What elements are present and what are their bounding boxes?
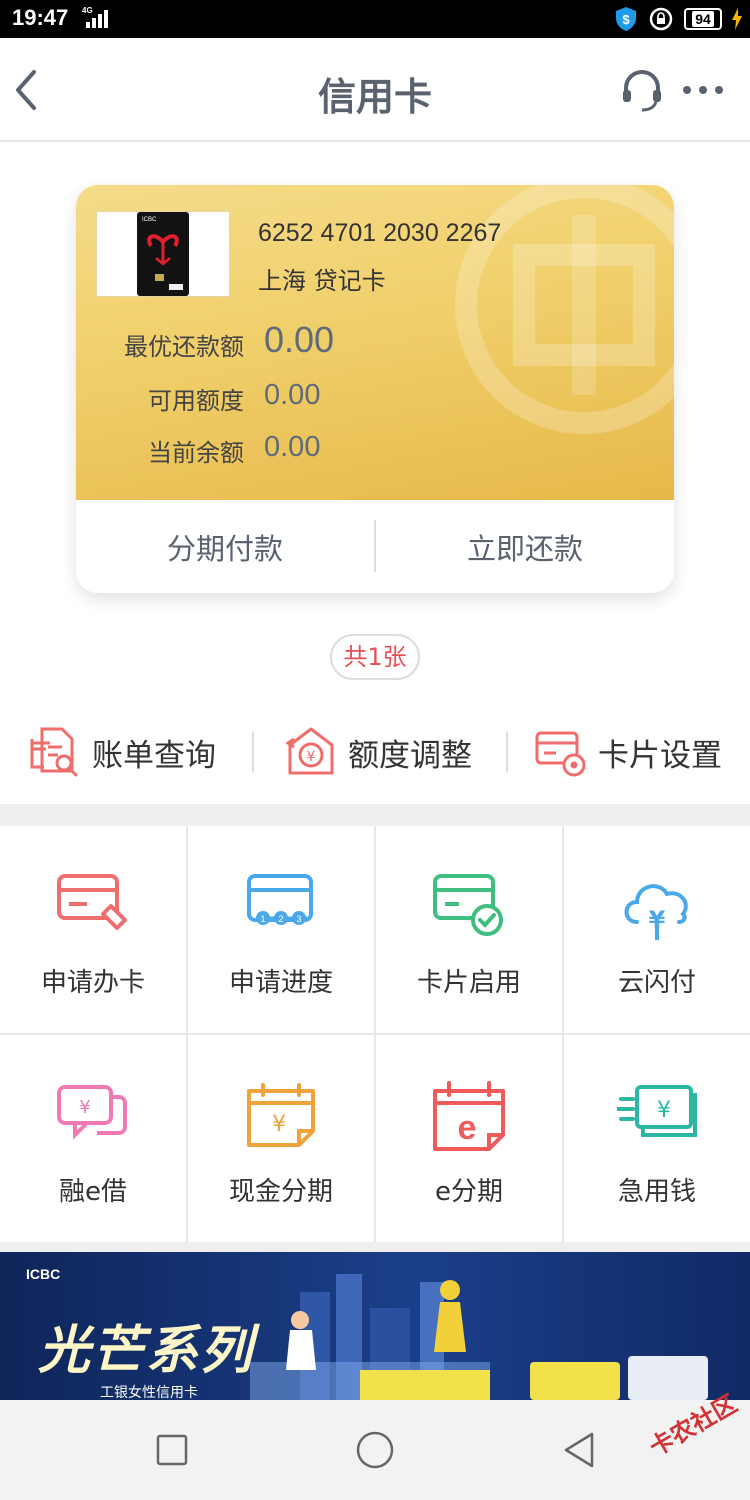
- min-repayment-row: 最优还款额 0.00: [76, 317, 674, 361]
- application-progress-button[interactable]: 1 2 3 申请进度: [188, 826, 374, 1033]
- divider: [252, 732, 254, 772]
- cash-installment-button[interactable]: ¥ 现金分期: [188, 1035, 374, 1242]
- card-thumbnail: ICBC: [96, 211, 230, 297]
- application-progress-icon: 1 2 3: [247, 874, 313, 925]
- loan-icon: ¥: [57, 1085, 127, 1140]
- cloud-pay-label: 云闪付: [617, 968, 696, 998]
- card-settings-button[interactable]: 卡片设置: [534, 724, 722, 780]
- urgent-cash-label: 急用钱: [617, 1177, 696, 1207]
- bill-search-icon: [30, 727, 78, 777]
- limit-adjust-label: 额度调整: [348, 737, 472, 774]
- customer-service-icon[interactable]: [618, 66, 666, 114]
- card-activate-button[interactable]: 卡片启用: [376, 826, 562, 1033]
- rotation-lock-icon: [649, 7, 673, 31]
- card-area: ICBC 6252 4701 2030 2267 上海 贷记卡 最优还款额 0.…: [0, 142, 750, 804]
- more-icon[interactable]: [680, 72, 726, 108]
- card-count-badge: 共1张: [330, 634, 420, 680]
- recent-apps-icon[interactable]: [152, 1430, 192, 1470]
- card-actions: 分期付款 立即还款: [76, 500, 674, 593]
- banner-title: 光芒系列: [38, 1320, 255, 1381]
- cash-installment-icon: ¥: [247, 1083, 315, 1147]
- limit-adjust-button[interactable]: ¥ 额度调整: [284, 724, 472, 780]
- apply-card-icon: [57, 874, 127, 930]
- signal-icon: 4G: [80, 4, 114, 34]
- cash-installment-label: 现金分期: [228, 1177, 333, 1207]
- bill-query-label: 账单查询: [92, 737, 216, 774]
- divider: [506, 732, 508, 772]
- cloud-pay-icon: ¥: [624, 884, 688, 940]
- battery-icon: 94: [684, 8, 722, 30]
- min-repayment-value: 0.00: [264, 319, 335, 360]
- credit-card-panel[interactable]: ICBC 6252 4701 2030 2267 上海 贷记卡 最优还款额 0.…: [76, 185, 674, 593]
- card-summary: ICBC 6252 4701 2030 2267 上海 贷记卡 最优还款额 0.…: [76, 185, 674, 500]
- status-time: 19:47: [12, 5, 69, 30]
- available-credit-value: 0.00: [264, 379, 321, 411]
- svg-text:e: e: [458, 1109, 477, 1147]
- application-progress-label: 申请进度: [228, 968, 333, 998]
- battery-level: 94: [692, 11, 714, 27]
- svg-text:1: 1: [260, 914, 265, 924]
- available-credit-row: 可用额度 0.00: [76, 373, 674, 417]
- loan-button[interactable]: ¥ 融e借: [0, 1035, 186, 1242]
- urgent-cash-icon: ¥: [617, 1085, 697, 1137]
- promo-banner[interactable]: ICBC 光芒系列 工银女性信用卡: [0, 1252, 750, 1400]
- apply-card-label: 申请办卡: [40, 968, 145, 998]
- repay-now-button[interactable]: 立即还款: [376, 500, 674, 593]
- current-balance-row: 当前余额 0.00: [76, 425, 674, 469]
- cloud-pay-button[interactable]: ¥ 云闪付: [564, 826, 750, 1033]
- charging-icon: [732, 8, 742, 30]
- banner-subtitle: 工银女性信用卡: [100, 1385, 198, 1400]
- svg-text:4G: 4G: [82, 6, 93, 15]
- quick-actions: 账单查询 ¥ 额度调整 卡片设置: [0, 702, 750, 798]
- svg-text:3: 3: [296, 914, 301, 924]
- card-activate-icon: [433, 874, 503, 936]
- svg-text:ICBC: ICBC: [142, 217, 157, 223]
- status-bar: 19:47 4G $ 94: [0, 0, 750, 38]
- banner-brand: ICBC: [26, 1266, 61, 1282]
- bill-query-button[interactable]: 账单查询: [28, 724, 216, 780]
- back-nav-icon[interactable]: [560, 1430, 600, 1470]
- limit-adjust-icon: ¥: [285, 727, 334, 775]
- e-installment-icon: e: [433, 1081, 505, 1151]
- nav-bar: 信用卡: [0, 38, 750, 142]
- card-description: 上海 贷记卡: [258, 267, 386, 295]
- svg-text:¥: ¥: [657, 1098, 671, 1123]
- card-number: 6252 4701 2030 2267: [258, 219, 502, 247]
- svg-text:2: 2: [278, 914, 283, 924]
- current-balance-label: 当前余额: [148, 439, 244, 467]
- e-installment-button[interactable]: e e分期: [376, 1035, 562, 1242]
- svg-text:¥: ¥: [79, 1097, 90, 1118]
- svg-text:¥: ¥: [272, 1112, 286, 1137]
- card-activate-label: 卡片启用: [416, 968, 521, 998]
- home-icon[interactable]: [355, 1430, 395, 1470]
- svg-text:$: $: [622, 12, 630, 27]
- installment-button[interactable]: 分期付款: [76, 500, 374, 593]
- card-settings-icon: [535, 731, 586, 777]
- apply-card-button[interactable]: 申请办卡: [0, 826, 186, 1033]
- urgent-cash-button[interactable]: ¥ 急用钱: [564, 1035, 750, 1242]
- system-nav-bar: [0, 1400, 750, 1500]
- card-image-icon: ICBC: [137, 212, 189, 296]
- e-installment-label: e分期: [435, 1177, 503, 1207]
- loan-label: 融e借: [59, 1177, 127, 1207]
- shield-dollar-icon: $: [616, 7, 636, 31]
- services-grid: 申请办卡 1 2 3 申请进度 卡片启用 ¥ 云闪付 ¥ 融e借 ¥ 现金分期 …: [0, 826, 750, 1242]
- min-repayment-label: 最优还款额: [124, 333, 244, 361]
- svg-text:¥: ¥: [307, 749, 316, 765]
- available-credit-label: 可用额度: [148, 387, 244, 415]
- card-settings-label: 卡片设置: [598, 737, 722, 774]
- current-balance-value: 0.00: [264, 431, 321, 463]
